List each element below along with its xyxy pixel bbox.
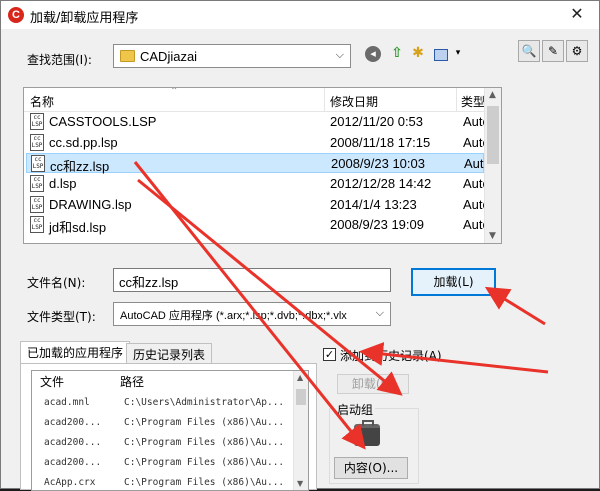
scroll-up-icon[interactable]: ▲ [489, 90, 496, 100]
column-type[interactable]: 类型 [461, 93, 485, 110]
column-separator [456, 88, 457, 112]
look-in-combobox[interactable]: CADjiazai ⌵ [113, 44, 351, 68]
loaded-path: C:\Users\Administrator\Ap... [124, 397, 285, 408]
filename-label: 文件名(N): [27, 276, 86, 290]
column-file[interactable]: 文件 [40, 373, 64, 390]
file-name: DRAWING.lsp [49, 197, 132, 212]
contents-button[interactable]: 内容(O)... [334, 457, 408, 479]
loaded-file[interactable]: acad.mnl [44, 397, 90, 408]
scroll-down-icon[interactable]: ▼ [489, 231, 496, 241]
file-name: cc和zz.lsp [50, 159, 110, 174]
sort-ascending-icon: ⌃ [170, 87, 179, 97]
tab-loaded-apps[interactable]: 已加载的应用程序 [20, 341, 131, 363]
file-list-scrollbar[interactable]: ▲ ▼ [484, 88, 501, 243]
loaded-file[interactable]: AcApp.crx [44, 477, 95, 488]
file-list-header: 名称 ⌃ 修改日期 类型 [24, 87, 501, 112]
file-list[interactable]: 名称 ⌃ 修改日期 类型 cc LSP CASSTOOLS.LSP 2012/1… [23, 87, 502, 244]
tools-icon[interactable]: ⚙ [566, 40, 588, 62]
loaded-file[interactable]: acad200... [44, 437, 101, 448]
scroll-thumb[interactable] [296, 389, 306, 405]
close-icon[interactable]: ✕ [565, 4, 589, 23]
lsp-file-icon: cc LSP [30, 196, 44, 213]
scroll-thumb[interactable] [487, 106, 499, 164]
scroll-down-icon[interactable]: ▼ [297, 479, 303, 488]
title-bar: C 加载/卸载应用程序 ✕ [1, 1, 599, 29]
loaded-file[interactable]: acad200... [44, 457, 101, 468]
look-in-value: CADjiazai [140, 49, 198, 64]
file-date: 2008/9/23 10:03 [331, 156, 425, 171]
autocad-app-icon: C [8, 7, 24, 23]
startup-group-title: 启动组 [335, 401, 376, 418]
file-date: 2008/11/18 17:15 [330, 135, 431, 150]
file-name: d.lsp [49, 176, 77, 191]
filetype-label: 文件类型(T): [27, 310, 96, 324]
file-date: 2012/12/28 14:42 [330, 176, 432, 191]
column-name[interactable]: 名称 [30, 93, 54, 110]
loaded-apps-list[interactable]: 文件 路径 acad.mnl C:\Users\Administrator\Ap… [31, 370, 309, 491]
tab-history-list[interactable]: 历史记录列表 [126, 343, 213, 363]
file-row-selected[interactable]: cc LSP cc和zz.lsp 2008/9/23 10:03 Auto [26, 153, 491, 174]
lsp-file-icon: cc LSP [31, 155, 45, 172]
file-name: CASSTOOLS.LSP [49, 114, 157, 129]
look-in-label: 查找范围(I): [27, 53, 92, 67]
briefcase-icon [354, 420, 380, 446]
filetype-combobox[interactable]: AutoCAD 应用程序 (*.arx;*.lsp;*.dvb;*.dbx;*.… [113, 302, 391, 326]
loaded-path: C:\Program Files (x86)\Au... [124, 437, 285, 448]
file-row[interactable]: cc LSP DRAWING.lsp 2014/1/4 13:23 Auto [26, 195, 490, 215]
chevron-down-icon[interactable]: ⌵ [376, 306, 384, 320]
unload-button[interactable]: 卸载(U) [337, 374, 409, 394]
file-row[interactable]: cc LSP jd和sd.lsp 2008/9/23 19:09 Auto [26, 215, 490, 235]
new-folder-icon[interactable]: ✱ [408, 43, 428, 63]
lsp-file-icon: cc LSP [30, 134, 44, 151]
column-separator [324, 88, 325, 112]
file-date: 2014/1/4 13:23 [330, 197, 417, 212]
lsp-file-icon: cc LSP [30, 175, 44, 192]
search-icon[interactable]: 🔍 [518, 40, 540, 62]
loaded-path: C:\Program Files (x86)\Au... [124, 457, 285, 468]
file-date: 2008/9/23 19:09 [330, 217, 424, 232]
file-name: cc.sd.pp.lsp [49, 135, 118, 150]
up-folder-icon[interactable]: ⇧ [387, 43, 407, 63]
load-button[interactable]: 加载(L) [411, 268, 496, 296]
window-title: 加载/卸载应用程序 [30, 11, 139, 26]
view-menu-icon[interactable] [434, 49, 448, 61]
file-row[interactable]: cc LSP d.lsp 2012/12/28 14:42 Auto [26, 174, 490, 194]
column-modified-date[interactable]: 修改日期 [330, 93, 378, 110]
loaded-apps-panel: 文件 路径 acad.mnl C:\Users\Administrator\Ap… [20, 363, 317, 491]
view-dropdown-chevron-icon[interactable]: ▾ [448, 43, 468, 63]
file-row[interactable]: cc LSP CASSTOOLS.LSP 2012/11/20 0:53 Aut… [26, 112, 490, 132]
loaded-path: C:\Program Files (x86)\Au... [124, 477, 285, 488]
load-unload-dialog: C 加载/卸载应用程序 ✕ 查找范围(I): CADjiazai ⌵ ◂ ⇧ ✱… [0, 0, 600, 491]
options-icon[interactable]: ✎ [542, 40, 564, 62]
back-icon[interactable]: ◂ [365, 46, 381, 62]
history-checkbox[interactable]: ✓ [323, 348, 336, 361]
file-row[interactable]: cc LSP cc.sd.pp.lsp 2008/11/18 17:15 Aut… [26, 133, 490, 153]
filetype-value: AutoCAD 应用程序 (*.arx;*.lsp;*.dvb;*.dbx;*.… [120, 310, 347, 322]
loaded-path: C:\Program Files (x86)\Au... [124, 417, 285, 428]
folder-icon [120, 50, 135, 62]
scroll-up-icon[interactable]: ▲ [297, 373, 303, 382]
loaded-file[interactable]: acad200... [44, 417, 101, 428]
loaded-list-scrollbar[interactable]: ▲ ▼ [293, 371, 308, 490]
column-path[interactable]: 路径 [120, 373, 144, 390]
lsp-file-icon: cc LSP [30, 113, 44, 130]
file-name: jd和sd.lsp [49, 220, 107, 235]
history-checkbox-label: 添加到历史记录(A) [340, 349, 442, 363]
file-date: 2012/11/20 0:53 [330, 114, 424, 129]
lsp-file-icon: cc LSP [30, 216, 44, 233]
chevron-down-icon[interactable]: ⌵ [336, 48, 344, 62]
filename-input[interactable]: cc和zz.lsp [113, 268, 391, 292]
